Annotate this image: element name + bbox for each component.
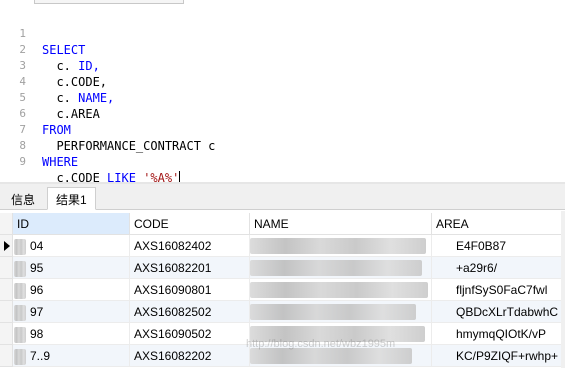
- sql-line-7: 7 PERFORMANCE_CONTRACT c: [0, 106, 565, 153]
- redacted-blur: [14, 327, 26, 343]
- redacted-blur: [14, 305, 26, 321]
- cell-area[interactable]: +a29r6/: [432, 257, 565, 279]
- cell-area[interactable]: QBDcXLrTdabwhC: [432, 301, 565, 323]
- row-selector[interactable]: [0, 235, 13, 257]
- cell-code[interactable]: AXS16090801: [130, 279, 250, 301]
- sql-line-4: 4 c. NAME,: [0, 58, 565, 105]
- row-selector[interactable]: [0, 257, 13, 279]
- sql-line-5: 5 c.AREA: [0, 74, 565, 121]
- cell-code[interactable]: AXS16082201: [130, 257, 250, 279]
- redacted-blur: [250, 304, 416, 320]
- cell-id[interactable]: 95: [13, 257, 130, 279]
- query-tab-stub[interactable]: [34, 0, 184, 4]
- row-selector[interactable]: [0, 301, 13, 323]
- vertical-scrollbar[interactable]: [561, 211, 565, 368]
- sql-line-1: 1 SELECT: [0, 10, 565, 57]
- cell-code[interactable]: AXS16082202: [130, 345, 250, 367]
- sql-line-9: 9 c.CODE LIKE '%A%': [0, 138, 565, 185]
- result-tab-bar: 信息 结果1: [0, 184, 565, 210]
- cell-id[interactable]: 7..9: [13, 345, 130, 367]
- redacted-blur: [14, 283, 26, 299]
- redacted-blur: [250, 282, 428, 298]
- cell-id[interactable]: 97: [13, 301, 130, 323]
- redacted-blur: [14, 349, 26, 365]
- line-number: 9: [19, 155, 26, 168]
- redacted-blur: [250, 260, 422, 276]
- cell-area[interactable]: KC/P9ZIQF+rwhp+: [432, 345, 565, 367]
- column-header-id[interactable]: ID: [13, 213, 130, 235]
- tab-result-1[interactable]: 结果1: [47, 187, 96, 210]
- column-header-area[interactable]: AREA: [432, 213, 565, 235]
- cell-code[interactable]: AXS16090502: [130, 323, 250, 345]
- cell-area[interactable]: E4F0B87: [432, 235, 565, 257]
- sql-line-2: 2 c. ID,: [0, 26, 565, 73]
- keyword-where: WHERE: [42, 155, 79, 169]
- row-header-corner: [0, 213, 13, 235]
- redacted-blur: [250, 348, 412, 364]
- cell-area[interactable]: fljnfSyS0FaC7fwl: [432, 279, 565, 301]
- cell-area[interactable]: hmymqQIOtK/vP: [432, 323, 565, 345]
- sql-line-8: 8 WHERE: [0, 122, 565, 169]
- cell-id[interactable]: 98: [13, 323, 130, 345]
- column-header-code[interactable]: CODE: [130, 213, 250, 235]
- sql-line-3: 3 c.CODE,: [0, 42, 565, 89]
- sql-editor[interactable]: 1 SELECT 2 c. ID, 3 c.CODE, 4 c. NAME, 5…: [0, 6, 565, 185]
- redacted-blur: [250, 238, 426, 254]
- row-selector[interactable]: [0, 279, 13, 301]
- column-header-name[interactable]: NAME: [250, 213, 432, 235]
- row-selector[interactable]: [0, 345, 13, 367]
- cell-id[interactable]: 96: [13, 279, 130, 301]
- current-row-arrow-icon: [4, 241, 10, 251]
- watermark: http://blog.csdn.net/wbz1995m: [246, 338, 396, 350]
- cell-id[interactable]: 04: [13, 235, 130, 257]
- redacted-blur: [14, 261, 26, 277]
- redacted-blur: [14, 239, 26, 255]
- cell-code[interactable]: AXS16082502: [130, 301, 250, 323]
- row-selector[interactable]: [0, 323, 13, 345]
- tab-info[interactable]: 信息: [2, 187, 44, 210]
- cell-code[interactable]: AXS16082402: [130, 235, 250, 257]
- sql-line-6: 6 FROM: [0, 90, 565, 137]
